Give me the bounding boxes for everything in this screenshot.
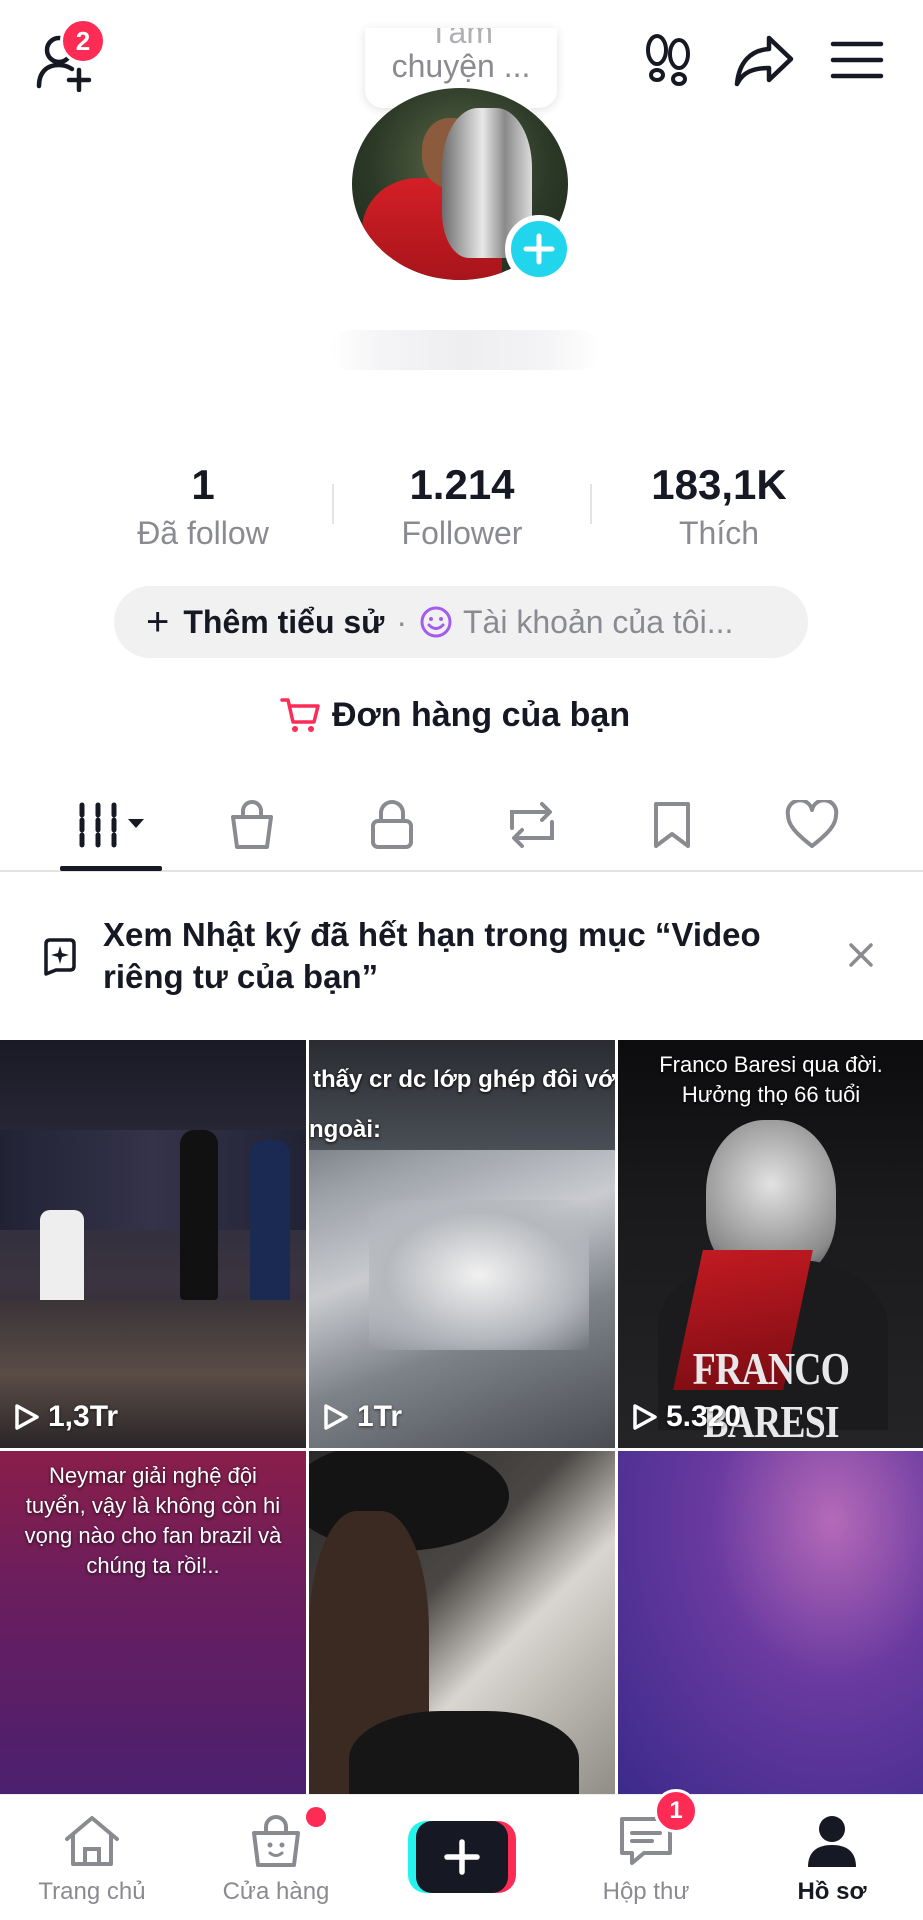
hamburger-menu-icon [830, 41, 884, 79]
shop-bag-icon [252, 1815, 300, 1867]
view-count-text: 5.320 [666, 1400, 742, 1433]
menu-button[interactable] [822, 30, 892, 90]
shopping-bag-icon [231, 800, 273, 849]
blurred-username [330, 330, 600, 370]
profile-stats: 1 Đã follow 1.214 Follower 183,1K Thích [0, 460, 923, 560]
separator-dot: · [396, 603, 407, 640]
create-post-button[interactable] [408, 1821, 516, 1893]
tab-private[interactable] [322, 780, 462, 870]
nav-home[interactable]: Trang chủ [12, 1813, 172, 1906]
smiley-icon [420, 606, 452, 638]
banner-text: Xem Nhật ký đã hết hạn trong mục “Video … [103, 916, 761, 995]
share-profile-button[interactable] [728, 28, 800, 92]
note-text: chuyện ... [391, 48, 531, 84]
home-icon [65, 1816, 119, 1866]
video-tile[interactable]: Franco Baresi qua đời. Hưởng thọ 66 tuổi… [618, 1040, 923, 1448]
active-tab-indicator [60, 866, 162, 871]
footprints-icon [646, 34, 690, 86]
video-caption-line: thấy cr dc lớp ghép đôi với ngkh [313, 1066, 615, 1093]
view-count-text: 1,3Tr [48, 1400, 119, 1433]
profile-tabs [0, 780, 923, 872]
inbox-badge: 1 [654, 1789, 698, 1833]
nav-profile[interactable]: Hồ sơ [752, 1813, 912, 1906]
view-count: 1Tr [323, 1400, 402, 1434]
play-icon [15, 1404, 39, 1430]
nav-inbox[interactable]: Hộp thư [566, 1813, 726, 1906]
plus-icon [523, 233, 555, 265]
play-icon [633, 1404, 657, 1430]
stat-divider [590, 484, 592, 524]
note-ghost-text: Tâm [429, 28, 493, 50]
tab-reposts[interactable] [462, 780, 602, 870]
likes-stat[interactable]: 183,1K Thích [590, 460, 848, 554]
add-story-button[interactable] [505, 215, 573, 283]
share-arrow-icon [734, 35, 794, 87]
likes-label: Thích [678, 515, 760, 551]
add-bio-label[interactable]: Thêm tiểu sử [183, 604, 384, 641]
friend-requests-badge: 2 [60, 18, 106, 64]
tab-shop[interactable] [182, 780, 322, 870]
close-icon [849, 943, 873, 967]
view-count: 5.320 [632, 1400, 741, 1434]
video-tile[interactable]: 1,3Tr [0, 1040, 306, 1448]
play-icon [324, 1404, 348, 1430]
video-caption-line: Hưởng thọ 66 tuổi [681, 1082, 861, 1107]
bottom-navigation: Trang chủ Cửa hàng Hộp thư 1 Hồ sơ [0, 1789, 923, 1920]
account-type-label[interactable]: Tài khoản của tôi... [463, 604, 733, 641]
video-caption: Neymar giải nghệ đội tuyển, vậy là không… [24, 1463, 282, 1578]
tab-liked[interactable] [742, 780, 882, 870]
heart-icon [785, 800, 839, 848]
following-label: Đã follow [137, 515, 269, 551]
story-sparkle-icon [44, 938, 76, 976]
cart-icon [280, 698, 320, 732]
plus-icon [444, 1839, 480, 1875]
video-caption-line: ngoài: [309, 1116, 381, 1143]
tab-favorites[interactable] [602, 780, 742, 870]
video-tile[interactable] [309, 1451, 615, 1801]
grid-videos-icon [79, 802, 144, 848]
repost-icon [510, 802, 554, 848]
nav-shop-label: Cửa hàng [222, 1878, 330, 1905]
bookmark-icon [654, 802, 690, 848]
video-tile[interactable]: Neymar giải nghệ đội tuyển, vậy là không… [0, 1451, 306, 1801]
likes-count: 183,1K [651, 461, 787, 508]
following-count: 1 [191, 461, 215, 508]
tab-videos[interactable] [42, 780, 182, 870]
following-stat[interactable]: 1 Đã follow [74, 460, 332, 554]
bio-pill[interactable]: + Thêm tiểu sử · Tài khoản của tôi... [114, 586, 808, 658]
orders-label: Đơn hàng của bạn [332, 695, 631, 734]
expired-diary-banner[interactable]: Xem Nhật ký đã hết hạn trong mục “Video … [0, 880, 923, 1038]
profile-views-button[interactable] [636, 28, 700, 92]
shop-notification-dot [306, 1807, 326, 1827]
stat-divider [332, 484, 334, 524]
video-caption-line: Franco Baresi qua đời. [659, 1052, 883, 1077]
profile-person-icon [808, 1816, 856, 1867]
orders-link[interactable]: Đơn hàng của bạn [280, 690, 630, 740]
view-count-text: 1Tr [357, 1400, 403, 1433]
followers-stat[interactable]: 1.214 Follower [333, 460, 591, 554]
nav-home-label: Trang chủ [38, 1878, 146, 1905]
lock-icon [371, 800, 413, 849]
followers-count: 1.214 [409, 461, 515, 508]
plus-icon: + [146, 599, 170, 644]
video-grid: 1,3Tr thấy cr dc lớp ghép đôi với ngkh n… [0, 1040, 923, 1801]
nav-shop[interactable]: Cửa hàng [196, 1813, 356, 1906]
nav-profile-label: Hồ sơ [797, 1878, 867, 1905]
video-tile[interactable] [618, 1451, 923, 1801]
nav-inbox-label: Hộp thư [602, 1878, 690, 1905]
followers-label: Follower [401, 515, 523, 551]
video-tile[interactable]: thấy cr dc lớp ghép đôi với ngkh ngoài: … [309, 1040, 615, 1448]
view-count: 1,3Tr [14, 1400, 118, 1434]
banner-close-button[interactable] [846, 940, 876, 970]
